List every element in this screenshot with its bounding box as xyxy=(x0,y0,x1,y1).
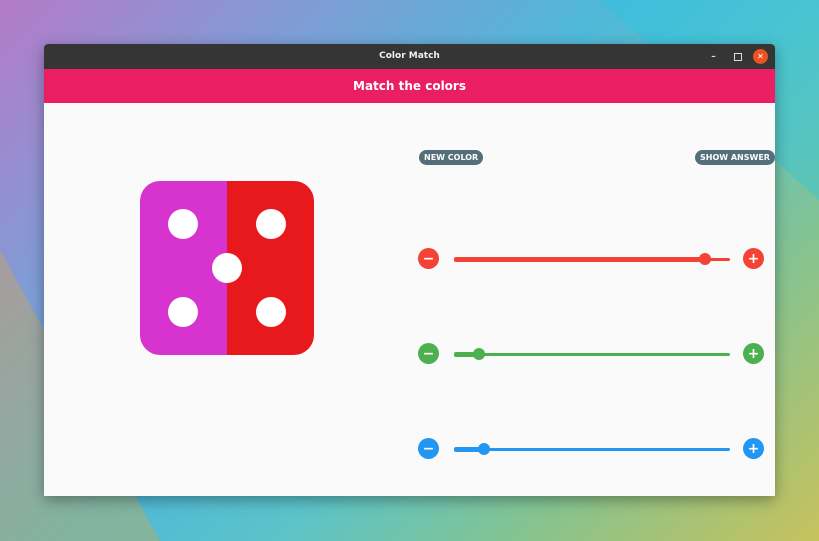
new-color-button[interactable]: NEW COLOR xyxy=(419,150,484,165)
die-pip xyxy=(256,297,286,327)
die-pip xyxy=(256,209,286,239)
close-icon[interactable]: ✕ xyxy=(753,49,768,64)
app-bar: Match the colors xyxy=(44,69,775,103)
red-slider-fill xyxy=(454,257,706,262)
color-die xyxy=(140,181,314,355)
blue-slider-thumb[interactable] xyxy=(478,443,491,455)
die-pip xyxy=(168,297,198,327)
red-slider[interactable] xyxy=(454,253,730,265)
minimize-icon[interactable]: – xyxy=(706,49,721,64)
blue-decrease-button[interactable]: − xyxy=(418,438,439,459)
red-increase-button[interactable]: + xyxy=(743,248,764,269)
red-decrease-button[interactable]: − xyxy=(418,248,439,269)
die-pip xyxy=(168,209,198,239)
green-slider-thumb[interactable] xyxy=(472,348,485,360)
green-decrease-button[interactable]: − xyxy=(418,343,439,364)
show-answer-button[interactable]: SHOW ANSWER xyxy=(695,150,775,165)
page-title: Match the colors xyxy=(353,79,466,93)
main-content: NEW COLOR SHOW ANSWER − + − + − + xyxy=(44,103,775,496)
die-pip xyxy=(212,253,242,283)
blue-slider[interactable] xyxy=(454,443,730,455)
blue-increase-button[interactable]: + xyxy=(743,438,764,459)
green-slider[interactable] xyxy=(454,348,730,360)
window-title: Color Match xyxy=(379,51,440,61)
titlebar: Color Match – ✕ xyxy=(44,44,775,69)
green-increase-button[interactable]: + xyxy=(743,343,764,364)
maximize-icon[interactable] xyxy=(730,49,745,64)
red-slider-thumb[interactable] xyxy=(699,253,712,265)
app-window: Color Match – ✕ Match the colors NEW COL… xyxy=(44,44,775,496)
